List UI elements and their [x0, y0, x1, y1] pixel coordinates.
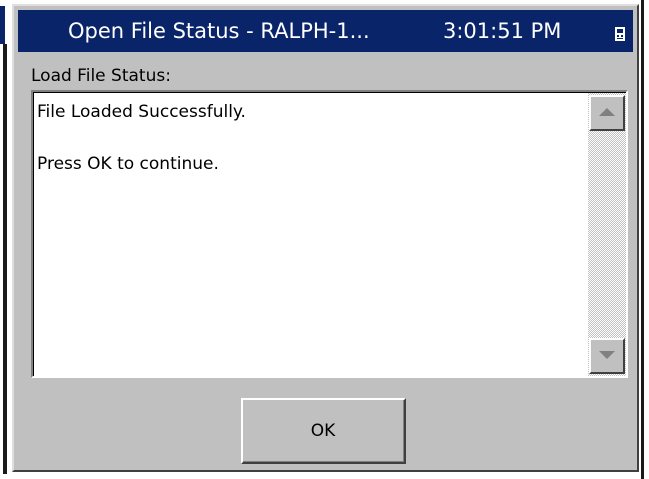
status-line: File Loaded Successfully. [37, 102, 246, 122]
status-line: Press OK to continue. [37, 154, 219, 174]
load-file-status-label: Load File Status: [31, 66, 171, 86]
ok-button-label: OK [243, 400, 404, 462]
background-titlebar-fragment [0, 6, 5, 44]
screen: Open File Status - RALPH-1... 3:01:51 PM… [0, 0, 649, 479]
background-border-fragment-right [641, 0, 644, 479]
scroll-down-button[interactable] [589, 338, 625, 374]
window-title: Open File Status - RALPH-1... [68, 19, 370, 43]
background-border-fragment [3, 44, 7, 474]
background-window-left-edge [0, 0, 7, 479]
clock-display: 3:01:51 PM [443, 19, 562, 43]
status-line [37, 125, 582, 151]
open-file-status-dialog: Open File Status - RALPH-1... 3:01:51 PM… [12, 4, 639, 472]
status-message: File Loaded Successfully. Press OK to co… [37, 99, 582, 177]
scroll-down-arrow-icon [599, 351, 615, 359]
scroll-up-button[interactable] [589, 95, 625, 131]
ok-button[interactable]: OK [241, 398, 406, 464]
vertical-scrollbar[interactable] [588, 93, 626, 376]
status-text-area-inner: File Loaded Successfully. Press OK to co… [33, 92, 626, 376]
status-text-area[interactable]: File Loaded Successfully. Press OK to co… [31, 90, 628, 378]
background-window-right-edge [641, 0, 649, 479]
title-bar: Open File Status - RALPH-1... 3:01:51 PM [18, 10, 633, 52]
device-icon[interactable] [615, 27, 625, 41]
scroll-up-arrow-icon [599, 108, 615, 116]
